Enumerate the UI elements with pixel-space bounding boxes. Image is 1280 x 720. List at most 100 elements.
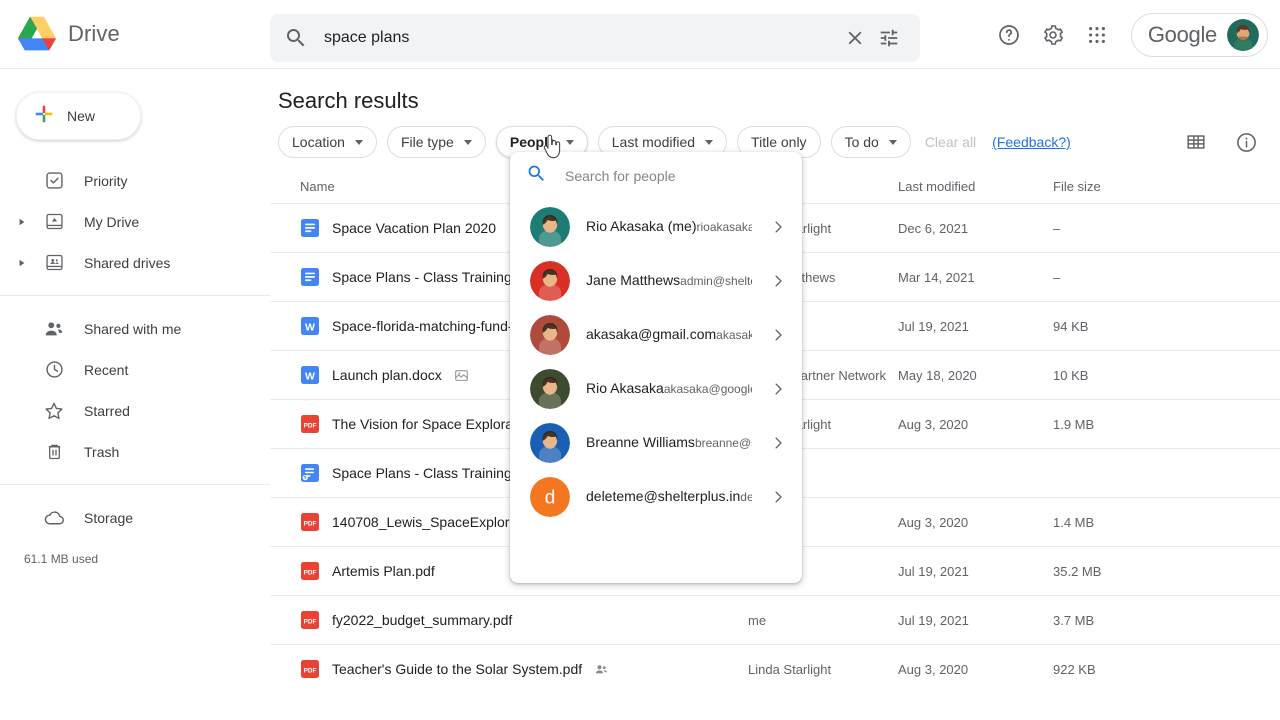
- new-button[interactable]: New: [16, 92, 141, 140]
- cell-last-modified: May 18, 2020: [898, 368, 1053, 383]
- cell-file-size: –: [1053, 270, 1272, 285]
- pdf-file-icon: PDF: [300, 561, 320, 581]
- column-header-file-size[interactable]: File size: [1053, 179, 1272, 194]
- pdf-file-icon: PDF: [300, 414, 320, 434]
- help-circle-icon[interactable]: [989, 15, 1029, 55]
- chevron-right-icon[interactable]: [768, 434, 788, 452]
- chevron-right-icon[interactable]: [768, 326, 788, 344]
- people-email: rioakasaka@shelterplus.in: [696, 220, 752, 234]
- table-row[interactable]: PDFTeacher's Guide to the Solar System.p…: [270, 644, 1280, 693]
- gform-file-icon: [300, 463, 320, 483]
- people-search-row[interactable]: [510, 152, 802, 200]
- people-list-item[interactable]: akasaka@gmail.comakasaka@gmail.com: [510, 308, 802, 362]
- search-input[interactable]: [324, 29, 838, 47]
- sidebar-item-label: Trash: [84, 444, 119, 460]
- pdf-file-icon: PDF: [300, 512, 320, 532]
- brand[interactable]: Drive: [0, 15, 270, 53]
- shared-drives-icon: [42, 251, 66, 275]
- people-item-text: deleteme@shelterplus.indeleteme@shelterp…: [586, 488, 752, 506]
- cell-owner: me: [748, 613, 898, 628]
- my-drive-icon: [42, 210, 66, 234]
- chevron-right-icon[interactable]: [768, 272, 788, 290]
- page-title: Search results: [270, 69, 1280, 114]
- account-label: Google: [1148, 22, 1217, 48]
- table-row[interactable]: PDFfy2022_budget_summary.pdfmeJul 19, 20…: [270, 595, 1280, 644]
- people-list-item[interactable]: Rio Akasaka (me)rioakasaka@shelterplus.i…: [510, 200, 802, 254]
- chevron-right-icon[interactable]: [768, 380, 788, 398]
- grid-view-icon[interactable]: [1176, 122, 1216, 162]
- avatar: [530, 207, 570, 247]
- sidebar-item-my-drive[interactable]: My Drive: [0, 201, 270, 242]
- cell-file-size: 3.7 MB: [1053, 613, 1272, 628]
- cell-last-modified: Aug 3, 2020: [898, 515, 1053, 530]
- cell-last-modified: Jul 19, 2021: [898, 564, 1053, 579]
- sidebar-item-priority[interactable]: Priority: [0, 160, 270, 201]
- sidebar-item-trash[interactable]: Trash: [0, 431, 270, 472]
- clock-icon: [42, 358, 66, 382]
- cell-file-size: 35.2 MB: [1053, 564, 1272, 579]
- chevron-down-icon: [464, 140, 472, 145]
- file-name-label: fy2022_budget_summary.pdf: [332, 612, 512, 628]
- priority-check-icon: [42, 169, 66, 193]
- people-email: deleteme@shelterplus.in: [740, 490, 752, 504]
- gdoc-file-icon: [300, 218, 320, 238]
- chevron-right-icon[interactable]: [768, 488, 788, 506]
- people-list-item[interactable]: ddeleteme@shelterplus.indeleteme@shelter…: [510, 470, 802, 524]
- people-search-input[interactable]: [565, 168, 786, 184]
- sidebar-item-storage[interactable]: Storage: [0, 497, 270, 538]
- docx-file-icon: W: [300, 316, 320, 336]
- column-header-last-modified[interactable]: Last modified: [898, 179, 1053, 194]
- cell-file-size: 1.4 MB: [1053, 515, 1272, 530]
- people-list-item[interactable]: Rio Akasakaakasaka@google.com: [510, 362, 802, 416]
- chip-label: File type: [401, 134, 454, 150]
- sidebar-item-starred[interactable]: Starred: [0, 390, 270, 431]
- sidebar-item-shared-with-me[interactable]: Shared with me: [0, 308, 270, 349]
- info-circle-icon[interactable]: [1226, 122, 1266, 162]
- clear-all-button[interactable]: Clear all: [925, 134, 976, 150]
- app-title: Drive: [68, 21, 120, 47]
- cell-file-size: 922 KB: [1053, 662, 1272, 677]
- account-button[interactable]: Google: [1131, 13, 1268, 57]
- svg-text:PDF: PDF: [304, 667, 317, 674]
- file-name-label: Space Plans - Class Training C: [332, 465, 526, 481]
- file-name-label: The Vision for Space Explorati: [332, 416, 520, 432]
- avatar: [530, 261, 570, 301]
- drive-app: Drive Google: [0, 0, 1280, 720]
- chevron-down-icon: [566, 140, 574, 145]
- people-list-item[interactable]: Breanne Williamsbreanne@shelterplus.in: [510, 416, 802, 470]
- people-name: Rio Akasaka (me): [586, 218, 696, 234]
- sidebar-item-label: Starred: [84, 403, 130, 419]
- chevron-right-icon[interactable]: [12, 259, 32, 267]
- people-item-text: Breanne Williamsbreanne@shelterplus.in: [586, 434, 752, 452]
- search-icon: [526, 163, 547, 189]
- close-icon[interactable]: [838, 21, 872, 55]
- gdoc-file-icon: [300, 267, 320, 287]
- trash-icon: [42, 440, 66, 464]
- storage-used-text: 61.1 MB used: [0, 552, 270, 566]
- search-bar[interactable]: [270, 14, 920, 62]
- people-list: Rio Akasaka (me)rioakasaka@shelterplus.i…: [510, 200, 802, 524]
- sidebar-item-recent[interactable]: Recent: [0, 349, 270, 390]
- people-icon: [42, 317, 66, 341]
- svg-text:W: W: [305, 321, 315, 333]
- chevron-right-icon[interactable]: [768, 218, 788, 236]
- people-name: Jane Matthews: [586, 272, 680, 288]
- gear-icon[interactable]: [1033, 15, 1073, 55]
- preview-icon: [454, 368, 469, 383]
- feedback-link[interactable]: (Feedback?): [992, 134, 1071, 150]
- sidebar-item-shared-drives[interactable]: Shared drives: [0, 242, 270, 283]
- chip-file-type[interactable]: File type: [387, 126, 486, 158]
- chip-location[interactable]: Location: [278, 126, 377, 158]
- nav-group-1: Priority My Drive Shared drives: [0, 148, 270, 295]
- cell-file-name: PDFfy2022_budget_summary.pdf: [278, 610, 748, 630]
- tune-icon[interactable]: [872, 21, 906, 55]
- chevron-down-icon: [705, 140, 713, 145]
- chip-to-do[interactable]: To do: [831, 126, 911, 158]
- chevron-right-icon[interactable]: [12, 218, 32, 226]
- people-list-item[interactable]: Jane Matthewsadmin@shelterplus.in: [510, 254, 802, 308]
- cell-file-size: 10 KB: [1053, 368, 1272, 383]
- svg-text:PDF: PDF: [304, 569, 317, 576]
- avatar: [1227, 19, 1259, 51]
- cloud-icon: [42, 506, 66, 530]
- apps-grid-icon[interactable]: [1077, 15, 1117, 55]
